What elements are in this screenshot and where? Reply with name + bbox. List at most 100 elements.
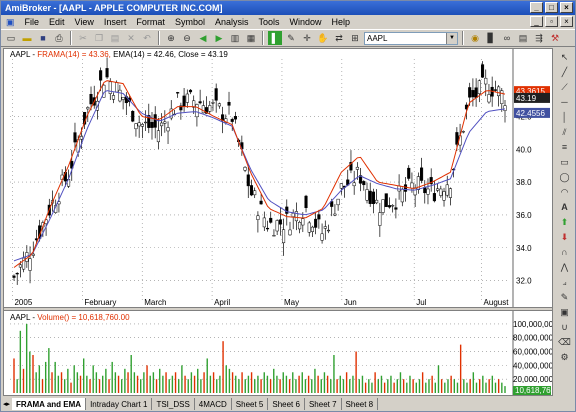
erase-icon[interactable]: ⌫ <box>557 335 573 349</box>
candle <box>89 94 93 105</box>
candle <box>448 188 452 198</box>
tab-frama-and-ema[interactable]: FRAMA and EMA <box>12 398 87 410</box>
menu-analysis[interactable]: Analysis <box>210 17 254 27</box>
chart-icon[interactable]: ▦ <box>244 31 258 45</box>
tab-4macd[interactable]: 4MACD <box>195 398 232 410</box>
maximize-icon[interactable]: □ <box>545 2 558 13</box>
fib-icon[interactable]: ≡ <box>557 140 573 154</box>
magnet-icon[interactable]: ∪ <box>557 320 573 334</box>
paste-icon[interactable]: ▤ <box>108 31 122 45</box>
new-icon[interactable]: ▭ <box>4 31 18 45</box>
link-icon[interactable]: ⇄ <box>332 31 346 45</box>
candle <box>275 220 279 232</box>
candle <box>137 122 141 127</box>
candle <box>426 188 430 195</box>
chevron-down-icon[interactable]: ▼ <box>446 32 457 44</box>
minimize-icon[interactable]: _ <box>530 2 543 13</box>
report-icon[interactable]: ▤ <box>516 31 530 45</box>
scroll-right-icon[interactable]: ▶ <box>212 31 226 45</box>
fan-icon[interactable]: ⟓ <box>557 275 573 289</box>
price-chart[interactable]: 32.034.036.038.040.042.02005FebruaryMarc… <box>4 49 552 307</box>
cut-icon[interactable]: ✂ <box>76 31 90 45</box>
candle <box>487 94 491 103</box>
rectangle-icon[interactable]: ▭ <box>557 155 573 169</box>
tools-icon[interactable]: ⚒ <box>548 31 562 45</box>
candle <box>144 121 148 124</box>
menu-help[interactable]: Help <box>327 17 356 27</box>
undo-icon[interactable]: ↶ <box>140 31 154 45</box>
candle <box>105 68 109 78</box>
scroll-left-icon[interactable]: ◀ <box>196 31 210 45</box>
symbol-combo[interactable]: AAPL ▼ <box>364 31 458 45</box>
tab-sheet-7[interactable]: Sheet 7 <box>305 398 342 410</box>
copy-icon[interactable]: ❐ <box>92 31 106 45</box>
candle <box>262 217 266 228</box>
volume-y-tick: 100,000,000 <box>513 320 552 329</box>
arc-icon[interactable]: ◠ <box>557 185 573 199</box>
hand-icon[interactable]: ✋ <box>316 31 330 45</box>
trendline-icon[interactable]: ╱ <box>557 65 573 79</box>
zoom-out-icon[interactable]: ⊖ <box>180 31 194 45</box>
save-icon[interactable]: ■ <box>36 31 50 45</box>
delete-icon[interactable]: ✕ <box>124 31 138 45</box>
menu-insert[interactable]: Insert <box>99 17 132 27</box>
candle <box>115 82 119 93</box>
pointer-icon[interactable]: ↖ <box>557 50 573 64</box>
candle <box>407 167 411 179</box>
tab-intraday-chart-1[interactable]: Intraday Chart 1 <box>86 398 153 410</box>
candle <box>314 218 318 228</box>
candle <box>432 193 436 202</box>
menu-edit[interactable]: Edit <box>44 17 70 27</box>
lock-icon[interactable]: ▣ <box>557 305 573 319</box>
crosshair-icon[interactable]: ✛ <box>300 31 314 45</box>
tab-tsi-dss[interactable]: TSI_DSS <box>152 398 195 410</box>
volume-chart[interactable]: 100,000,000 80,000,000 60,000,000 40,000,00… <box>4 311 552 395</box>
menu-window[interactable]: Window <box>284 17 326 27</box>
database-icon[interactable]: ◉ <box>468 31 482 45</box>
ellipse-icon[interactable]: ◯ <box>557 170 573 184</box>
grid-icon[interactable]: ⊞ <box>348 31 362 45</box>
pencil-icon[interactable]: ✎ <box>284 31 298 45</box>
doc-minimize-icon[interactable]: _ <box>530 16 543 27</box>
candle <box>166 127 170 132</box>
chart-bar-icon[interactable]: ▥ <box>228 31 242 45</box>
tab-nav-icons[interactable]: ◂▸ <box>3 400 10 408</box>
menu-symbol[interactable]: Symbol <box>170 17 210 27</box>
menu-file[interactable]: File <box>20 17 45 27</box>
doc-close-icon[interactable]: × <box>560 16 573 27</box>
tab-sheet-5[interactable]: Sheet 5 <box>232 398 269 410</box>
tab-sheet-8[interactable]: Sheet 8 <box>342 398 379 410</box>
candle <box>243 166 247 171</box>
select-mode-icon[interactable]: ▌ <box>268 31 282 45</box>
zoom-in-icon[interactable]: ⊕ <box>164 31 178 45</box>
print-icon[interactable]: ⎙ <box>52 31 66 45</box>
arrow-down-icon[interactable]: ⬇ <box>557 230 573 244</box>
candles-icon[interactable]: ▊ <box>484 31 498 45</box>
doc-restore-icon[interactable]: ▫ <box>545 16 558 27</box>
menu-view[interactable]: View <box>70 17 99 27</box>
candle <box>12 275 16 278</box>
candle <box>381 199 385 213</box>
close-icon[interactable]: × <box>560 2 573 13</box>
open-icon[interactable]: ▬ <box>20 31 34 45</box>
app-icon[interactable]: ▣ <box>1 17 20 28</box>
vline-icon[interactable]: │ <box>557 110 573 124</box>
gann-icon[interactable]: ⋀ <box>557 260 573 274</box>
candle <box>134 123 138 130</box>
candle <box>185 93 189 103</box>
menu-tools[interactable]: Tools <box>253 17 284 27</box>
text-icon[interactable]: A <box>557 200 573 214</box>
volume-badge: 10,618,76 <box>515 386 551 395</box>
tab-sheet-6[interactable]: Sheet 6 <box>268 398 305 410</box>
channel-icon[interactable]: ⫽ <box>557 125 573 139</box>
properties-icon[interactable]: ⚙ <box>557 350 573 364</box>
candle <box>259 200 263 205</box>
pen-icon[interactable]: ✎ <box>557 290 573 304</box>
hline-icon[interactable]: ─ <box>557 95 573 109</box>
binoculars-icon[interactable]: ∞ <box>500 31 514 45</box>
cycle-icon[interactable]: ∩ <box>557 245 573 259</box>
ray-icon[interactable]: ⟋ <box>557 80 573 94</box>
arrow-up-icon[interactable]: ⬆ <box>557 215 573 229</box>
scan-icon[interactable]: ⇶ <box>532 31 546 45</box>
menu-format[interactable]: Format <box>131 17 170 27</box>
